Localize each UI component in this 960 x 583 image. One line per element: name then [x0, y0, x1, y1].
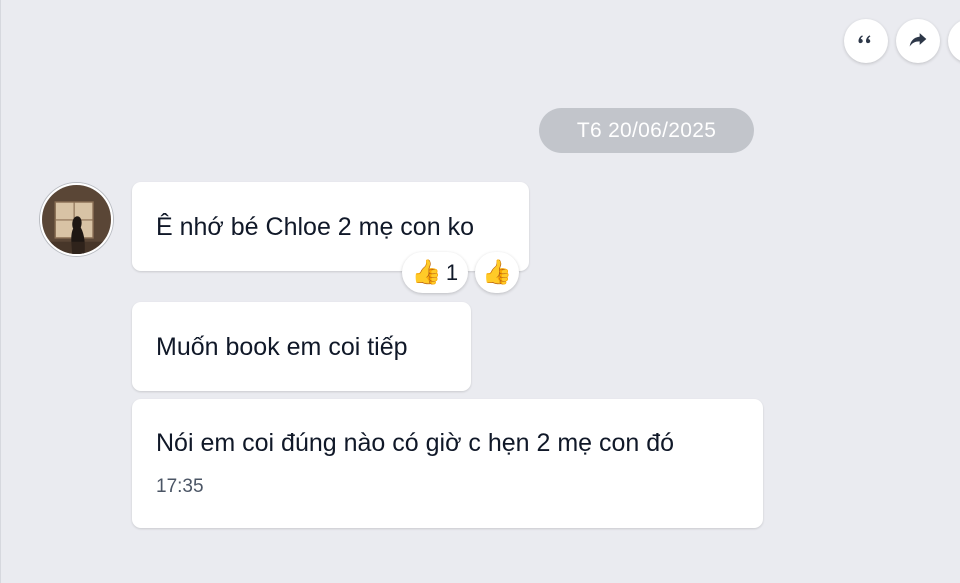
quote-button[interactable]: [844, 19, 888, 63]
thumbs-up-icon: 👍: [411, 258, 442, 286]
message-timestamp: 17:35: [156, 476, 204, 497]
message-text: Nói em coi đúng nào có giờ c hẹn 2 mẹ co…: [156, 429, 675, 457]
date-separator: T6 20/06/2025: [539, 108, 754, 153]
message-text: Ê nhớ bé Chloe 2 mẹ con ko: [156, 212, 474, 241]
more-button[interactable]: [948, 19, 960, 63]
avatar-photo: [42, 185, 111, 254]
forward-button[interactable]: [896, 19, 940, 63]
thumbs-up-icon: 👍: [482, 258, 512, 286]
reaction-count: 1: [445, 259, 459, 285]
reaction-count-badge[interactable]: 👍 1: [402, 252, 468, 293]
message-text: Muốn book em coi tiếp: [156, 332, 408, 361]
add-reaction-button[interactable]: 👍: [475, 252, 519, 293]
message-bubble[interactable]: Muốn book em coi tiếp: [132, 302, 471, 391]
quote-icon: [856, 29, 876, 54]
avatar[interactable]: [40, 183, 113, 256]
message-bubble[interactable]: Ê nhớ bé Chloe 2 mẹ con ko: [132, 182, 529, 271]
forward-icon: [908, 29, 928, 54]
chat-panel: T6 20/06/2025 Ê nhớ bé Chloe 2 mẹ con ko…: [0, 0, 960, 583]
message-bubble[interactable]: Nói em coi đúng nào có giờ c hẹn 2 mẹ co…: [132, 399, 763, 528]
